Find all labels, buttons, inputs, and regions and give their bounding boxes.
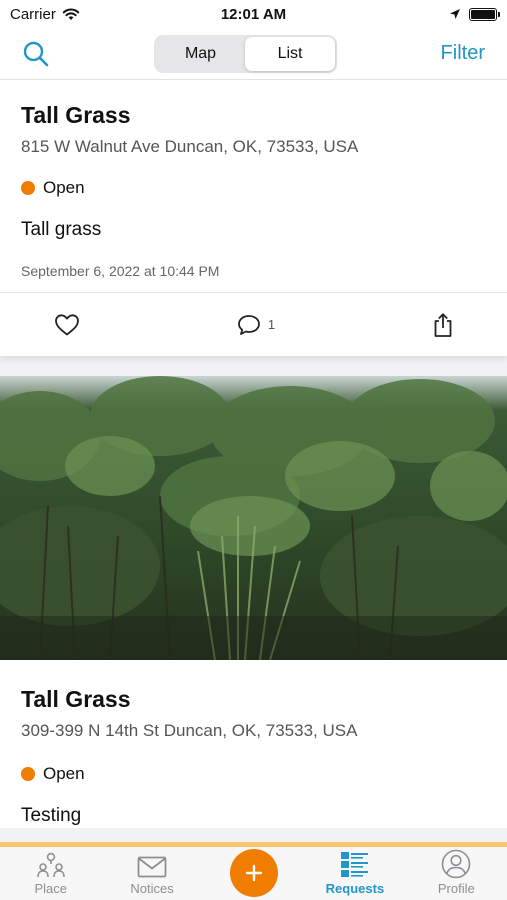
- tab-label: Profile: [437, 881, 475, 896]
- card-description: Tall grass: [21, 219, 102, 240]
- card-body: Tall Grass 815 W Walnut Ave Duncan, OK, …: [0, 80, 507, 292]
- plus-icon: [245, 864, 262, 882]
- tab-bar: Place Notices Requests Profile: [0, 842, 507, 900]
- status-left: Carrier: [10, 6, 80, 23]
- wifi-icon: [62, 7, 80, 20]
- status-row: Open: [21, 178, 487, 198]
- status-row: Open: [21, 764, 487, 784]
- status-bar: Carrier 12:01 AM: [0, 0, 507, 28]
- comment-button[interactable]: 1: [236, 313, 275, 337]
- card-address: 309-399 N 14th St Duncan, OK, 73533, USA: [21, 721, 358, 740]
- segment-map[interactable]: Map: [156, 37, 246, 71]
- location-arrow-icon: [450, 9, 460, 19]
- status-dot: [21, 767, 35, 781]
- search-icon[interactable]: [22, 40, 50, 68]
- tab-notices[interactable]: Notices: [101, 847, 202, 900]
- tab-requests[interactable]: Requests: [304, 847, 405, 900]
- card-title: Tall Grass: [21, 686, 131, 712]
- share-icon: [434, 312, 452, 337]
- list-icon: [340, 852, 368, 877]
- request-feed[interactable]: Tall Grass 815 W Walnut Ave Duncan, OK, …: [0, 80, 507, 842]
- app-screen: Carrier 12:01 AM Map List Filter Tall Gr…: [0, 0, 507, 900]
- share-button[interactable]: [431, 312, 455, 338]
- request-card[interactable]: Tall Grass 309-399 N 14th St Duncan, OK,…: [0, 660, 507, 828]
- status-label: Open: [43, 178, 85, 197]
- card-date: September 6, 2022 at 10:44 PM: [21, 263, 220, 279]
- battery-icon: [469, 7, 500, 21]
- request-card[interactable]: Tall Grass 815 W Walnut Ave Duncan, OK, …: [0, 80, 507, 356]
- profile-icon: [442, 849, 471, 879]
- like-button[interactable]: [54, 313, 80, 337]
- comment-icon: [237, 314, 260, 335]
- tab-label: Place: [34, 881, 67, 896]
- status-label: Open: [43, 764, 85, 783]
- tab-label: Notices: [130, 881, 174, 896]
- heart-icon: [55, 313, 79, 335]
- carrier-label: Carrier: [10, 5, 56, 23]
- tab-profile[interactable]: Profile: [406, 847, 507, 900]
- place-icon: [36, 852, 65, 878]
- nav-bar: Map List Filter: [0, 28, 507, 80]
- status-right: [449, 7, 500, 21]
- segment-list[interactable]: List: [245, 36, 335, 71]
- card-body: Tall Grass 309-399 N 14th St Duncan, OK,…: [0, 660, 507, 828]
- tab-create[interactable]: [203, 847, 304, 900]
- filter-button[interactable]: Filter: [441, 42, 485, 65]
- card-description: Testing: [21, 805, 82, 826]
- tab-place[interactable]: Place: [0, 847, 101, 900]
- comment-count: 1: [267, 317, 276, 332]
- status-dot: [21, 181, 35, 195]
- tab-label: Requests: [325, 881, 385, 896]
- create-request-button[interactable]: [229, 849, 278, 897]
- card-actions: 1: [0, 292, 507, 356]
- view-mode-segmented-control: Map List: [153, 34, 337, 73]
- card-title: Tall Grass: [21, 102, 131, 128]
- mail-icon: [137, 856, 167, 878]
- request-photo[interactable]: [0, 376, 507, 660]
- card-address: 815 W Walnut Ave Duncan, OK, 73533, USA: [21, 137, 359, 156]
